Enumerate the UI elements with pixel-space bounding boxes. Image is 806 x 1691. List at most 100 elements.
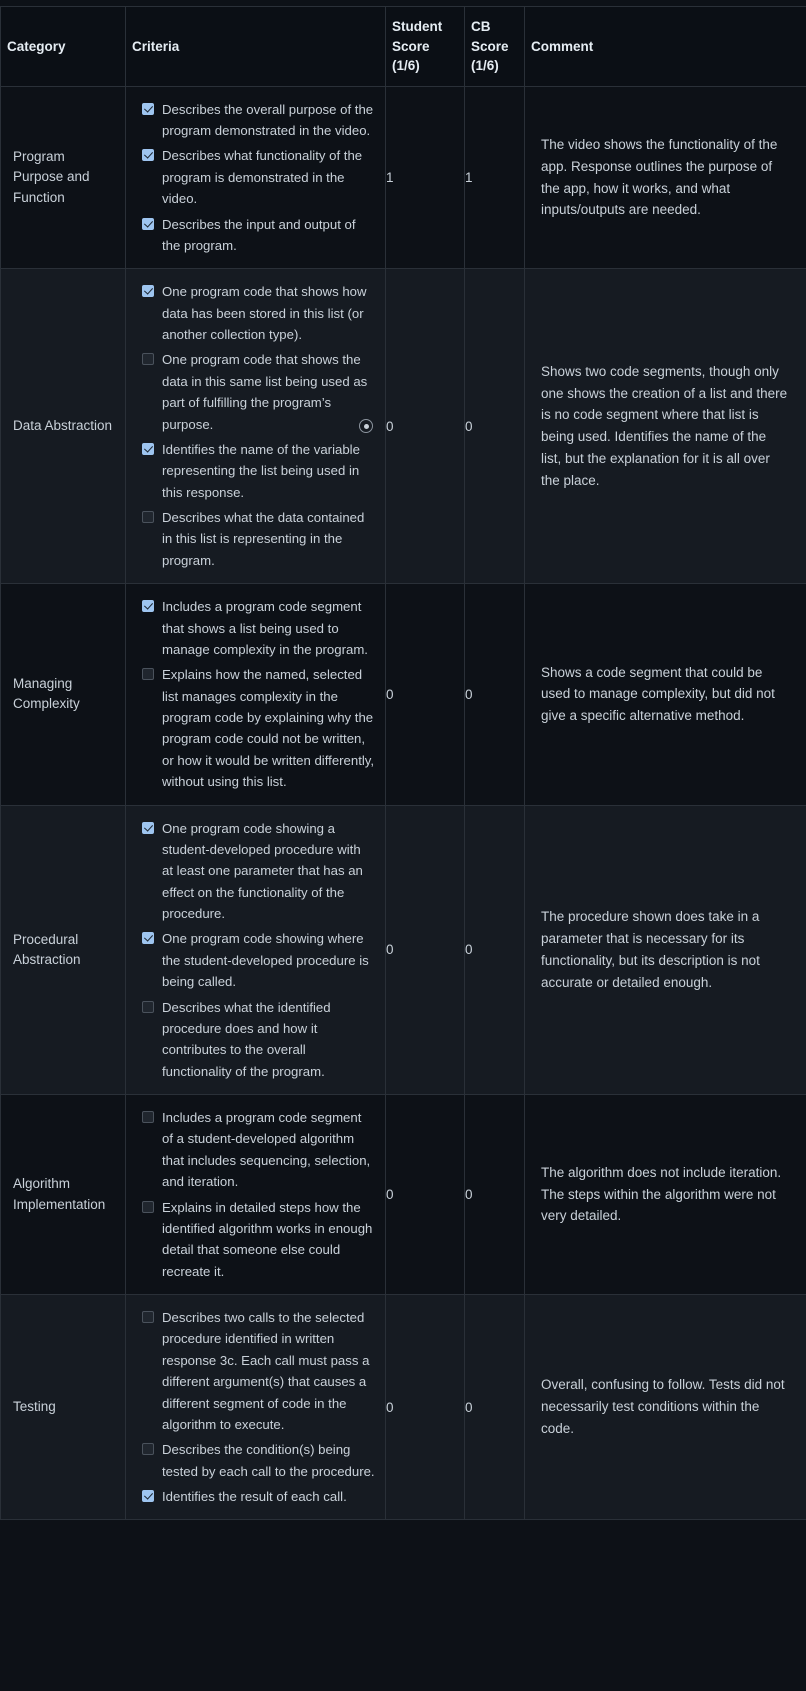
comment-cell: The algorithm does not include iteration… bbox=[524, 1094, 806, 1296]
criteria-list: One program code that shows how data has… bbox=[142, 281, 375, 571]
student-score-cell: 0 bbox=[385, 1294, 465, 1521]
checkbox-checked-icon[interactable] bbox=[142, 102, 154, 115]
comment-cell: Shows two code segments, though only one… bbox=[524, 268, 806, 585]
category-cell: Testing bbox=[0, 1294, 126, 1521]
header-row: Category Criteria Student Score (1/6) CB… bbox=[0, 6, 806, 87]
criteria-list: Includes a program code segment that sho… bbox=[142, 596, 375, 792]
criteria-text: Describes the overall purpose of the pro… bbox=[162, 101, 374, 139]
cb-score-cell: 0 bbox=[464, 1094, 525, 1296]
header-category: Category bbox=[0, 6, 126, 87]
header-student-score-line2: Score bbox=[392, 38, 430, 54]
criteria-item: Identifies the result of each call. bbox=[142, 1486, 375, 1507]
criteria-text: Describes the input and output of the pr… bbox=[162, 216, 356, 253]
header-cb-score-line1: CB bbox=[471, 19, 491, 34]
header-cb-score-line2: Score bbox=[471, 38, 509, 54]
table-row: Managing Complexity Includes a program co… bbox=[0, 583, 806, 806]
criteria-list: Includes a program code segment of a stu… bbox=[142, 1107, 375, 1282]
table-row: Algorithm Implementation Includes a progr… bbox=[0, 1094, 806, 1296]
comment-cell: Overall, confusing to follow. Tests did … bbox=[524, 1294, 806, 1521]
header-comment: Comment bbox=[524, 6, 806, 87]
criteria-item: Describes what the identified procedure … bbox=[142, 997, 375, 1083]
criteria-text: Describes what the identified procedure … bbox=[162, 999, 331, 1079]
table-row: Testing Describes two calls to the select… bbox=[0, 1294, 806, 1521]
cb-score-cell: 0 bbox=[464, 804, 525, 1096]
header-criteria: Criteria bbox=[125, 6, 386, 87]
criteria-item: Includes a program code segment that sho… bbox=[142, 596, 375, 660]
criteria-cell: Describes the overall purpose of the pro… bbox=[125, 85, 386, 270]
grading-rubric-table: Category Criteria Student Score (1/6) CB… bbox=[0, 6, 806, 1521]
checkbox-unchecked-icon[interactable] bbox=[142, 668, 154, 681]
criteria-cell: One program code showing a student-devel… bbox=[125, 804, 386, 1096]
cb-score-cell: 0 bbox=[464, 1294, 525, 1521]
student-score-cell: 0 bbox=[385, 804, 465, 1096]
criteria-text: Explains how the named, selected list ma… bbox=[162, 667, 375, 790]
checkbox-checked-icon[interactable] bbox=[142, 1490, 154, 1503]
cb-score-cell: 0 bbox=[464, 268, 525, 585]
header-cb-score: CB Score (1/6) bbox=[464, 6, 525, 87]
cb-score-cell: 1 bbox=[464, 85, 525, 270]
criteria-cell: Includes a program code segment of a stu… bbox=[125, 1094, 386, 1296]
criteria-cell: One program code that shows how data has… bbox=[125, 268, 386, 585]
criteria-cell: Describes two calls to the selected proc… bbox=[125, 1294, 386, 1521]
criteria-text: Describes what functionality of the prog… bbox=[162, 148, 363, 207]
criteria-item: Describes the input and output of the pr… bbox=[142, 214, 375, 257]
checkbox-checked-icon[interactable] bbox=[142, 217, 154, 230]
criteria-text: Includes a program code segment of a stu… bbox=[162, 1110, 371, 1190]
header-cb-score-line3: (1/6) bbox=[471, 58, 499, 74]
criteria-item: Describes the condition(s) being tested … bbox=[142, 1439, 375, 1482]
criteria-text: Includes a program code segment that sho… bbox=[162, 599, 368, 657]
checkbox-unchecked-icon[interactable] bbox=[142, 1000, 154, 1013]
criteria-item: One program code that shows the data in … bbox=[142, 349, 375, 435]
checkbox-checked-icon[interactable] bbox=[142, 285, 154, 298]
checkbox-checked-icon[interactable] bbox=[142, 149, 154, 162]
criteria-text: Identifies the result of each call. bbox=[162, 1489, 347, 1505]
table-row: Program Purpose and Function Describes th… bbox=[0, 85, 806, 270]
criteria-item: Explains in detailed steps how the ident… bbox=[142, 1197, 375, 1283]
criteria-item: Describes what functionality of the prog… bbox=[142, 145, 375, 209]
criteria-item: One program code that shows how data has… bbox=[142, 281, 375, 345]
checkbox-unchecked-icon[interactable] bbox=[142, 353, 154, 366]
checkbox-unchecked-icon[interactable] bbox=[142, 511, 154, 524]
comment-cell: Shows a code segment that could be used … bbox=[524, 583, 806, 806]
criteria-item: One program code showing a student-devel… bbox=[142, 818, 375, 925]
criteria-text: Explains in detailed steps how the ident… bbox=[162, 1199, 373, 1279]
radio-selected-icon[interactable] bbox=[359, 419, 373, 434]
checkbox-checked-icon[interactable] bbox=[142, 821, 154, 834]
checkbox-unchecked-icon[interactable] bbox=[142, 1200, 154, 1213]
category-cell: Managing Complexity bbox=[0, 583, 126, 806]
criteria-item: Explains how the named, selected list ma… bbox=[142, 664, 375, 792]
criteria-text: Describes what the data contained in thi… bbox=[162, 510, 365, 568]
criteria-text: Identifies the name of the variable repr… bbox=[162, 441, 360, 500]
criteria-item: Describes what the data contained in thi… bbox=[142, 507, 375, 571]
criteria-item: One program code showing where the stude… bbox=[142, 928, 375, 992]
criteria-text: One program code that shows how data has… bbox=[162, 284, 367, 343]
student-score-cell: 0 bbox=[385, 583, 465, 806]
table-header: Category Criteria Student Score (1/6) CB… bbox=[0, 6, 806, 87]
table-row: Data Abstraction One program code that sh… bbox=[0, 268, 806, 585]
checkbox-checked-icon[interactable] bbox=[142, 932, 154, 945]
header-student-score-line3: (1/6) bbox=[392, 58, 420, 74]
criteria-text: Describes two calls to the selected proc… bbox=[162, 1310, 370, 1432]
criteria-text: One program code showing where the stude… bbox=[162, 931, 369, 990]
header-student-score-line1: Student bbox=[392, 19, 443, 34]
category-cell: Procedural Abstraction bbox=[0, 804, 126, 1096]
checkbox-unchecked-icon[interactable] bbox=[142, 1311, 154, 1324]
cb-score-cell: 0 bbox=[464, 583, 525, 806]
header-student-score: Student Score (1/6) bbox=[385, 6, 465, 87]
checkbox-checked-icon[interactable] bbox=[142, 442, 154, 455]
criteria-list: One program code showing a student-devel… bbox=[142, 818, 375, 1083]
student-score-cell: 0 bbox=[385, 1094, 465, 1296]
criteria-item: Describes two calls to the selected proc… bbox=[142, 1307, 375, 1435]
criteria-list: Describes two calls to the selected proc… bbox=[142, 1307, 375, 1507]
student-score-cell: 1 bbox=[385, 85, 465, 270]
criteria-text: Describes the condition(s) being tested … bbox=[162, 1442, 375, 1479]
checkbox-unchecked-icon[interactable] bbox=[142, 1443, 154, 1456]
criteria-list: Describes the overall purpose of the pro… bbox=[142, 99, 375, 257]
category-cell: Program Purpose and Function bbox=[0, 85, 126, 270]
criteria-item: Identifies the name of the variable repr… bbox=[142, 439, 375, 503]
checkbox-checked-icon[interactable] bbox=[142, 600, 154, 613]
category-cell: Data Abstraction bbox=[0, 268, 126, 585]
checkbox-unchecked-icon[interactable] bbox=[142, 1111, 154, 1124]
rubric-container: Category Criteria Student Score (1/6) CB… bbox=[0, 0, 806, 1521]
table-row: Procedural Abstraction One program code s… bbox=[0, 804, 806, 1096]
